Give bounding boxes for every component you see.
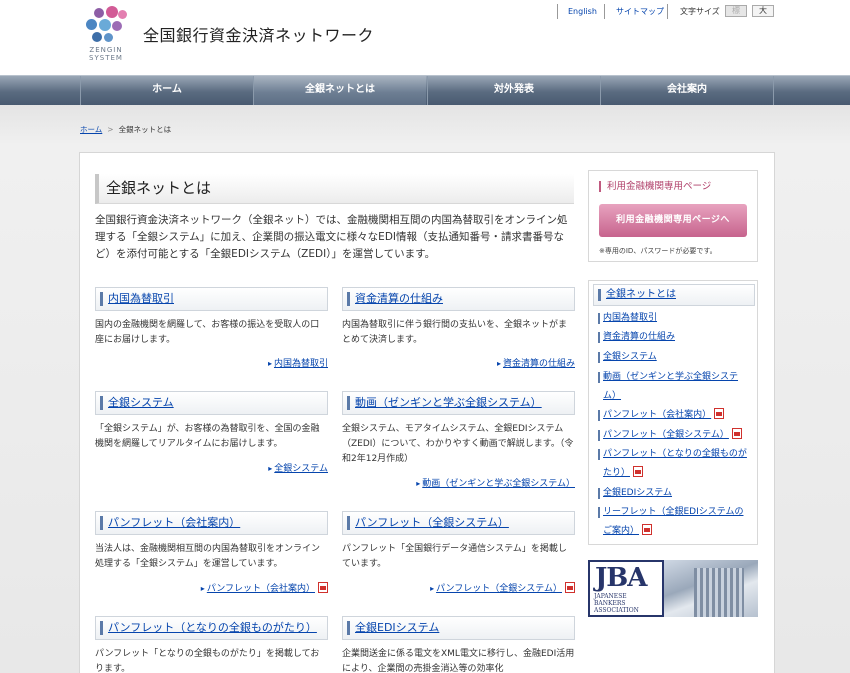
breadcrumb-current: 全銀ネットとは: [118, 125, 172, 134]
card-zengin-system: 全銀システム 「全銀システム」が、お客様の為替取引を、全国の金融機関を網羅してリ…: [95, 391, 328, 491]
jba-logo: JBA JAPANESE BANKERS ASSOCIATION: [588, 560, 664, 617]
logo-dot: [99, 19, 111, 31]
local-nav-item[interactable]: リーフレット（全銀EDIシステムのご案内）: [598, 503, 751, 541]
member-box-title: 利用金融機関専用ページ: [599, 181, 711, 192]
pdf-icon: [318, 582, 328, 593]
divider: [557, 4, 558, 19]
card-description: 「全銀システム」が、お客様の為替取引を、全国の金融機関を網羅してリアルタイムにお…: [95, 424, 320, 449]
member-note: ※専用のID、パスワードが必要です。: [599, 247, 717, 255]
local-nav-item[interactable]: 動画（ゼンギンと学ぶ全銀システム）: [598, 368, 751, 406]
logo-dot: [118, 10, 127, 19]
card-title-link[interactable]: パンフレット（会社案内）: [95, 511, 328, 535]
card-pamphlet-company: パンフレット（会社案内） 当法人は、金融機関相互間の内国為替取引をオンライン処理…: [95, 511, 328, 601]
breadcrumb: ホーム > 全銀ネットとは: [80, 124, 171, 135]
local-nav: 全銀ネットとは 内国為替取引 資金清算の仕組み 全銀システム 動画（ゼンギンと学…: [588, 280, 758, 545]
card-description: 当法人は、金融機関相互間の内国為替取引をオンライン処理する「全銀システム」を運営…: [95, 544, 321, 569]
bullet-bar: [598, 430, 600, 441]
divider: [667, 4, 668, 19]
card-title-link[interactable]: 動画（ゼンギンと学ぶ全銀システム）: [342, 391, 575, 415]
member-box: 利用金融機関専用ページ 利用金融機関専用ページへ ※専用のID、パスワードが必要…: [588, 170, 758, 262]
bullet-bar: [598, 372, 600, 383]
card-title-link[interactable]: 全銀システム: [95, 391, 328, 415]
breadcrumb-arrow-icon: >: [107, 125, 114, 134]
local-nav-title-link[interactable]: 全銀ネットとは: [593, 284, 755, 306]
card-edi-system: 全銀EDIシステム 企業間送金に係る電文をXML電文に移行し、金融EDI活用によ…: [342, 616, 575, 673]
page-title: 全銀ネットとは: [95, 174, 574, 204]
card-more-link[interactable]: パンフレット（会社案内）: [201, 581, 328, 594]
font-size-normal-button[interactable]: 標: [725, 5, 747, 17]
bullet-bar: [598, 449, 600, 460]
logo-dot: [112, 21, 122, 31]
logo-dot: [86, 19, 97, 30]
logo-dot: [104, 33, 113, 42]
logo-dot: [94, 8, 104, 18]
building-photo: [664, 560, 758, 617]
nav-press[interactable]: 対外発表: [427, 76, 600, 106]
pdf-icon: [633, 466, 644, 477]
pdf-icon: [642, 524, 653, 535]
nav-about[interactable]: 全銀ネットとは: [253, 76, 426, 106]
intro-text: 全国銀行資金決済ネットワーク（全銀ネット）では、金融機関相互間の内国為替取引をオ…: [95, 214, 568, 260]
card-pamphlet-story: パンフレット（となりの全銀ものがたり） パンフレット「となりの全銀ものがたり」を…: [95, 616, 328, 673]
pdf-icon: [714, 408, 725, 419]
global-nav: ホーム 全銀ネットとは 対外発表 会社案内: [0, 75, 850, 106]
card-description: 全銀システム、モアタイムシステム、全銀EDIシステム（ZEDI）について、わかり…: [342, 424, 574, 464]
card-more-link[interactable]: パンフレット（全銀システム）: [430, 581, 575, 594]
local-nav-item[interactable]: 資金清算の仕組み: [598, 328, 751, 347]
bullet-bar: [598, 410, 600, 421]
member-page-button[interactable]: 利用金融機関専用ページへ: [599, 204, 747, 237]
sitemap-link[interactable]: サイトマップ: [616, 5, 664, 19]
card-more-link[interactable]: 資金清算の仕組み: [497, 356, 575, 369]
breadcrumb-home-link[interactable]: ホーム: [80, 125, 102, 134]
local-nav-item[interactable]: パンフレット（会社案内）: [598, 406, 751, 425]
divider: [773, 76, 774, 106]
card-title-link[interactable]: 全銀EDIシステム: [342, 616, 575, 640]
local-nav-item[interactable]: パンフレット（全銀システム）: [598, 426, 751, 445]
site-title: 全国銀行資金決済ネットワーク: [143, 26, 375, 45]
card-more-link[interactable]: 全銀システム: [268, 461, 328, 474]
card-title-link[interactable]: 内国為替取引: [95, 287, 328, 311]
pdf-icon: [731, 428, 742, 439]
bullet-bar: [598, 332, 600, 343]
card-video: 動画（ゼンギンと学ぶ全銀システム） 全銀システム、モアタイムシステム、全銀EDI…: [342, 391, 575, 491]
local-nav-item[interactable]: パンフレット（となりの全銀ものがたり）: [598, 445, 751, 483]
bullet-bar: [598, 313, 600, 324]
local-nav-item[interactable]: 全銀システム: [598, 348, 751, 367]
divider: [604, 4, 605, 19]
local-nav-item[interactable]: 内国為替取引: [598, 309, 751, 328]
card-description: パンフレット「全国銀行データ通信システム」を掲載しています。: [342, 544, 567, 569]
nav-home[interactable]: ホーム: [80, 76, 253, 106]
card-title-link[interactable]: パンフレット（となりの全銀ものがたり）: [95, 616, 328, 640]
english-link[interactable]: English: [568, 5, 597, 19]
logo-dot: [106, 6, 118, 18]
card-pamphlet-zengin: パンフレット（全銀システム） パンフレット「全国銀行データ通信システム」を掲載し…: [342, 511, 575, 601]
card-more-link[interactable]: 内国為替取引: [268, 356, 328, 369]
site-header: ZENGIN SYSTEM 全国銀行資金決済ネットワーク English サイト…: [0, 0, 850, 75]
bullet-bar: [598, 507, 600, 518]
card-description: 国内の金融機関を網羅して、お客様の振込を受取人の口座にお届けします。: [95, 320, 320, 345]
card-settlement: 資金清算の仕組み 内国為替取引に伴う銀行間の支払いを、全銀ネットがまとめて決済し…: [342, 287, 575, 377]
bullet-bar: [598, 352, 600, 363]
card-more-link[interactable]: 動画（ゼンギンと学ぶ全銀システム）: [416, 476, 575, 489]
card-title-link[interactable]: パンフレット（全銀システム）: [342, 511, 575, 535]
logo-dot: [92, 32, 102, 42]
jba-banner[interactable]: JBA JAPANESE BANKERS ASSOCIATION: [588, 560, 758, 617]
card-domestic-exchange: 内国為替取引 国内の金融機関を網羅して、お客様の振込を受取人の口座にお届けします…: [95, 287, 328, 377]
logo-text: ZENGIN SYSTEM: [89, 46, 123, 62]
nav-company[interactable]: 会社案内: [600, 76, 773, 106]
pdf-icon: [565, 582, 575, 593]
card-description: 内国為替取引に伴う銀行間の支払いを、全銀ネットがまとめて決済します。: [342, 320, 568, 345]
local-nav-item[interactable]: 全銀EDIシステム: [598, 484, 751, 503]
bullet-bar: [598, 488, 600, 499]
font-size-large-button[interactable]: 大: [752, 5, 774, 17]
card-description: パンフレット「となりの全銀ものがたり」を掲載しております。: [95, 649, 320, 673]
font-size-label: 文字サイズ: [680, 7, 720, 16]
card-title-link[interactable]: 資金清算の仕組み: [342, 287, 575, 311]
card-description: 企業間送金に係る電文をXML電文に移行し、金融EDI活用により、企業間の売掛金消…: [342, 649, 575, 673]
